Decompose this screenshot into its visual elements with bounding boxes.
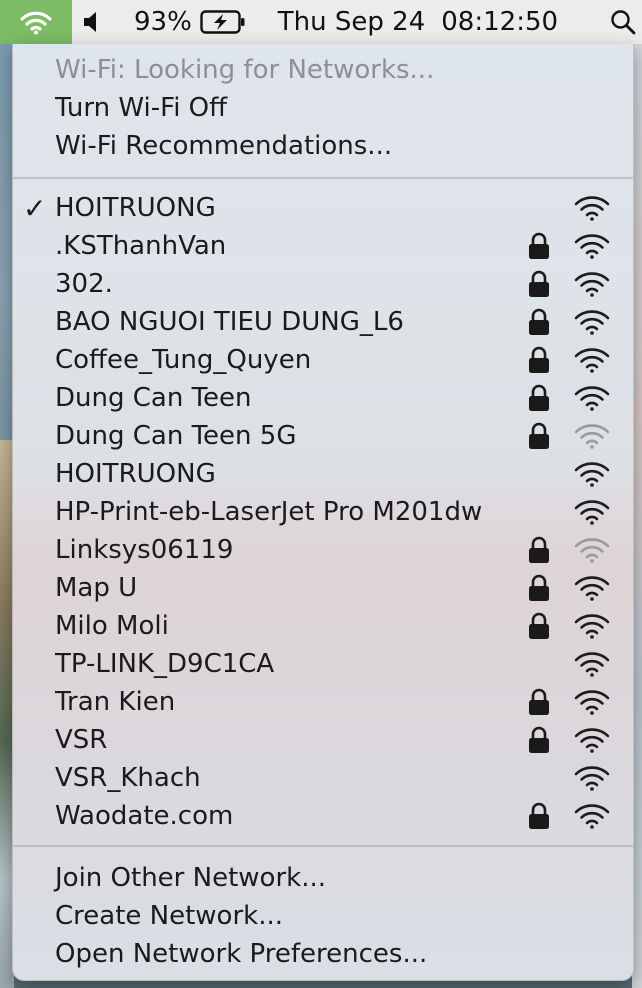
network-name: Waodate.com (55, 801, 234, 831)
wifi-status-label: Wi-Fi: Looking for Networks... (55, 55, 435, 85)
battery-percentage: 93% (134, 7, 192, 37)
lock-icon (528, 574, 550, 602)
network-name: .KSThanhVan (55, 231, 227, 261)
date-display[interactable]: Thu Sep 24 (278, 7, 425, 37)
wifi-dropdown-menu: Wi-Fi: Looking for Networks... Turn Wi-F… (12, 44, 634, 981)
network-name: HP-Print-eb-LaserJet Pro M201dw (55, 497, 483, 527)
lock-icon (528, 384, 550, 412)
join-other-network-item[interactable]: Join Other Network... (13, 859, 633, 897)
wifi-signal-icon (573, 764, 611, 792)
wifi-menu-button[interactable] (0, 0, 72, 44)
network-name: Dung Can Teen 5G (55, 421, 297, 451)
network-item[interactable]: BAO NGUOI TIEU DUNG_L6 (13, 303, 633, 341)
network-name: VSR (55, 725, 108, 755)
lock-icon (528, 802, 550, 830)
network-item[interactable]: ✓ HOITRUONG (13, 189, 633, 227)
network-item[interactable]: HP-Print-eb-LaserJet Pro M201dw (13, 493, 633, 531)
wifi-signal-icon (573, 422, 611, 450)
battery-charging-icon[interactable] (200, 9, 246, 35)
network-name: BAO NGUOI TIEU DUNG_L6 (55, 307, 404, 337)
wifi-signal-icon (573, 726, 611, 754)
lock-icon (528, 308, 550, 336)
network-item[interactable]: Dung Can Teen (13, 379, 633, 417)
wifi-signal-icon (573, 384, 611, 412)
network-item[interactable]: Tran Kien (13, 683, 633, 721)
network-name: Tran Kien (55, 687, 176, 717)
network-item[interactable]: Dung Can Teen 5G (13, 417, 633, 455)
network-item[interactable]: .KSThanhVan (13, 227, 633, 265)
lock-icon (528, 346, 550, 374)
wifi-status-item: Wi-Fi: Looking for Networks... (13, 51, 633, 89)
network-item[interactable]: 302. (13, 265, 633, 303)
network-item[interactable]: VSR (13, 721, 633, 759)
wifi-signal-icon (573, 802, 611, 830)
wifi-signal-icon (573, 194, 611, 222)
lock-icon (528, 688, 550, 716)
join-other-network-label: Join Other Network... (55, 863, 326, 893)
checkmark-icon: ✓ (23, 191, 47, 225)
wifi-signal-icon (573, 232, 611, 260)
wifi-signal-icon (573, 612, 611, 640)
network-item[interactable]: VSR_Khach (13, 759, 633, 797)
network-name: Map U (55, 573, 138, 603)
lock-icon (528, 422, 550, 450)
create-network-label: Create Network... (55, 901, 284, 931)
lock-icon (528, 726, 550, 754)
network-item[interactable]: Map U (13, 569, 633, 607)
network-name: TP-LINK_D9C1CA (55, 649, 275, 679)
create-network-item[interactable]: Create Network... (13, 897, 633, 935)
separator (13, 177, 633, 179)
lock-icon (528, 270, 550, 298)
network-item[interactable]: Waodate.com (13, 797, 633, 835)
network-name: Dung Can Teen (55, 383, 252, 413)
network-item[interactable]: Milo Moli (13, 607, 633, 645)
network-name: HOITRUONG (55, 459, 216, 489)
open-network-preferences-label: Open Network Preferences... (55, 939, 428, 969)
wifi-signal-icon (573, 460, 611, 488)
network-name: Linksys06119 (55, 535, 234, 565)
wifi-recommendations-label: Wi-Fi Recommendations... (55, 131, 393, 161)
network-name: VSR_Khach (55, 763, 201, 793)
separator (13, 845, 633, 847)
network-name: HOITRUONG (55, 193, 216, 223)
clock-display[interactable]: 08:12:50 (441, 7, 558, 37)
wifi-recommendations-item[interactable]: Wi-Fi Recommendations... (13, 127, 633, 165)
open-network-preferences-item[interactable]: Open Network Preferences... (13, 935, 633, 973)
network-name: Milo Moli (55, 611, 169, 641)
wifi-signal-icon (573, 536, 611, 564)
wifi-icon (20, 11, 52, 35)
network-item[interactable]: TP-LINK_D9C1CA (13, 645, 633, 683)
lock-icon (528, 536, 550, 564)
network-item[interactable]: HOITRUONG (13, 455, 633, 493)
wifi-signal-icon (573, 346, 611, 374)
menu-bar: 93% Thu Sep 24 08:12:50 (0, 0, 642, 44)
turn-wifi-off-item[interactable]: Turn Wi-Fi Off (13, 89, 633, 127)
lock-icon (528, 232, 550, 260)
wifi-signal-icon (573, 650, 611, 678)
wifi-signal-icon (573, 270, 611, 298)
spotlight-search-icon[interactable] (610, 9, 636, 35)
wifi-signal-icon (573, 498, 611, 526)
lock-icon (528, 612, 550, 640)
network-item[interactable]: Coffee_Tung_Quyen (13, 341, 633, 379)
volume-icon[interactable] (82, 10, 104, 34)
network-name: Coffee_Tung_Quyen (55, 345, 312, 375)
wifi-signal-icon (573, 688, 611, 716)
turn-wifi-off-label: Turn Wi-Fi Off (55, 93, 228, 123)
wifi-signal-icon (573, 308, 611, 336)
network-name: 302. (55, 269, 113, 299)
network-item[interactable]: Linksys06119 (13, 531, 633, 569)
wifi-signal-icon (573, 574, 611, 602)
